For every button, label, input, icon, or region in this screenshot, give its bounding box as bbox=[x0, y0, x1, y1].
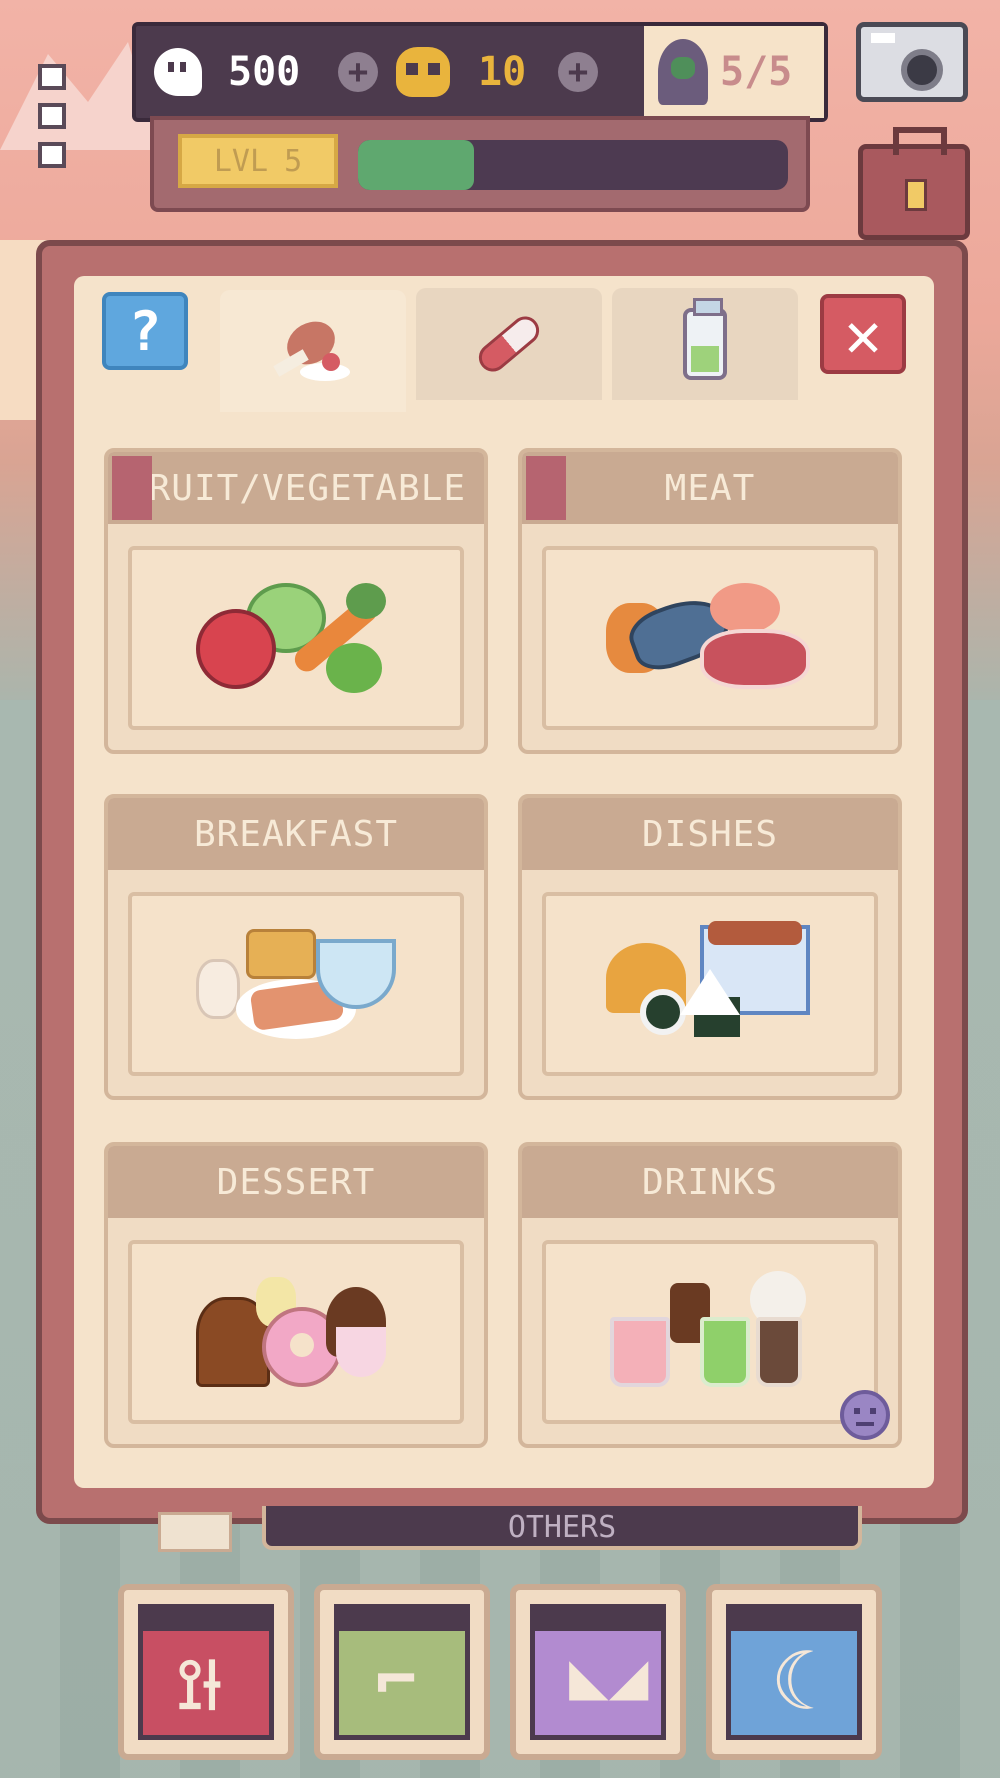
status-text: OTHERS bbox=[507, 1510, 617, 1545]
skull-value: 10 bbox=[478, 49, 527, 95]
category-breakfast[interactable]: BREAKFAST bbox=[104, 794, 488, 1100]
category-label: DRINKS bbox=[641, 1161, 779, 1203]
help-button[interactable]: ? bbox=[102, 292, 188, 370]
wash-button[interactable]: ⌐ bbox=[314, 1584, 490, 1760]
category-header: BREAKFAST bbox=[108, 798, 484, 870]
category-header: DISHES bbox=[522, 798, 898, 870]
level-badge: LVL 5 bbox=[178, 134, 338, 188]
eat-button[interactable]: ⟟⟊ bbox=[118, 1584, 294, 1760]
close-button[interactable]: ✕ bbox=[820, 294, 906, 374]
level-value: 5 bbox=[284, 143, 303, 179]
emoji-face-icon[interactable] bbox=[840, 1390, 890, 1440]
skull-segment: 10 + bbox=[378, 26, 598, 118]
screen-icon bbox=[158, 1512, 232, 1552]
pill-icon bbox=[473, 310, 545, 378]
category-fruit-vegetable[interactable]: FRUIT/VEGETABLE bbox=[104, 448, 488, 754]
currency-bar: 500 + 10 + 5/5 bbox=[132, 22, 828, 122]
category-dishes[interactable]: DISHES bbox=[518, 794, 902, 1100]
wash-face: ⌐ bbox=[334, 1604, 470, 1740]
potion-icon bbox=[683, 298, 727, 380]
ghost-coin-icon bbox=[154, 48, 202, 96]
status-strip: OTHERS bbox=[262, 1506, 862, 1550]
xp-progress-fill bbox=[358, 140, 475, 190]
population-value: 5/5 bbox=[720, 49, 793, 95]
new-marker bbox=[112, 456, 152, 520]
eat-face: ⟟⟊ bbox=[138, 1604, 274, 1740]
tab-bar: ? ✕ bbox=[74, 276, 934, 412]
new-marker bbox=[526, 456, 566, 520]
play-face: ◣◢ bbox=[530, 1604, 666, 1740]
skull-icon bbox=[396, 47, 450, 97]
category-dessert[interactable]: DESSERT bbox=[104, 1142, 488, 1448]
add-skulls-button[interactable]: + bbox=[558, 52, 598, 92]
briefcase-button[interactable] bbox=[858, 127, 970, 240]
ghost-face-icon: ◣◢ bbox=[569, 1637, 649, 1714]
ghost-coin-value: 500 bbox=[228, 49, 301, 95]
category-header: FRUIT/VEGETABLE bbox=[108, 452, 484, 524]
ghost-coin-segment: 500 + bbox=[136, 26, 378, 118]
food-icon bbox=[270, 313, 356, 389]
category-meat[interactable]: MEAT bbox=[518, 448, 902, 754]
level-panel: LVL 5 bbox=[150, 116, 810, 212]
camera-button[interactable] bbox=[856, 22, 968, 102]
drinks-icon bbox=[542, 1240, 878, 1424]
category-header: MEAT bbox=[522, 452, 898, 524]
menu-icon[interactable] bbox=[38, 64, 68, 168]
category-label: MEAT bbox=[664, 467, 756, 509]
play-button[interactable]: ◣◢ bbox=[510, 1584, 686, 1760]
add-ghost-coins-button[interactable]: + bbox=[338, 52, 378, 92]
sleep-button[interactable]: ☾ bbox=[706, 1584, 882, 1760]
moon-icon: ☾ bbox=[771, 1635, 820, 1728]
category-grid: FRUIT/VEGETABLE MEAT BREAKFAST DISHES DE… bbox=[104, 448, 904, 1448]
tab-food[interactable] bbox=[220, 290, 406, 412]
category-label: FRUIT/VEGETABLE bbox=[125, 467, 467, 509]
category-label: DESSERT bbox=[216, 1161, 376, 1203]
xp-progress-bar bbox=[358, 140, 788, 190]
tab-medicine[interactable] bbox=[416, 288, 602, 400]
category-header: DRINKS bbox=[522, 1146, 898, 1218]
shower-icon: ⌐ bbox=[375, 1639, 418, 1721]
category-header: DESSERT bbox=[108, 1146, 484, 1218]
tab-potion[interactable] bbox=[612, 288, 798, 400]
breakfast-icon bbox=[128, 892, 464, 1076]
hooded-ghost-icon bbox=[658, 39, 708, 105]
population-segment: 5/5 bbox=[644, 26, 824, 118]
dishes-icon bbox=[542, 892, 878, 1076]
category-label: DISHES bbox=[641, 813, 779, 855]
dessert-icon bbox=[128, 1240, 464, 1424]
meat-icon bbox=[542, 546, 878, 730]
level-label: LVL bbox=[213, 143, 269, 179]
fruit-vegetable-icon bbox=[128, 546, 464, 730]
fork-knife-icon: ⟟⟊ bbox=[177, 1643, 221, 1725]
category-label: BREAKFAST bbox=[193, 813, 399, 855]
sleep-face: ☾ bbox=[726, 1604, 862, 1740]
